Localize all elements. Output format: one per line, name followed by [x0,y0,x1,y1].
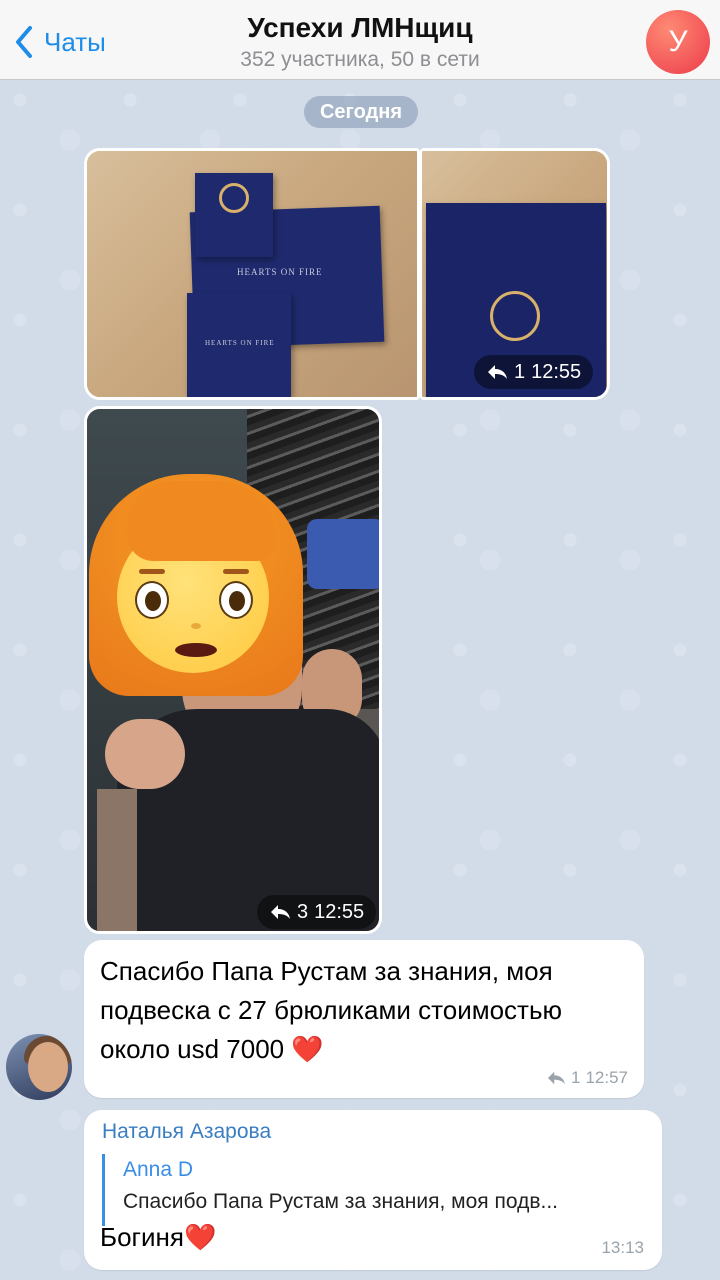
message-bubble[interactable]: Наталья Азарова Anna D Спасибо Папа Руст… [84,1110,662,1270]
reply-count: 1 [570,1068,581,1087]
navigation-header: Чаты Успехи ЛМНщиц 352 участника, 50 в с… [0,0,720,80]
emoji-eye-left [135,581,169,619]
brand-text-small: HEARTS ON FIRE [205,339,275,347]
quoted-reply[interactable]: Anna D Спасибо Папа Рустам за знания, мо… [102,1154,644,1226]
photo-time: 12:55 [314,900,365,923]
chat-subtitle: 352 участника, 50 в сети [240,48,480,71]
reply-count-badge[interactable]: 3 12:55 [257,895,377,929]
reply-count-badge[interactable]: 1 12:55 [474,355,594,389]
reply-arrow-icon [271,905,290,919]
photo-time: 12:55 [531,360,582,383]
raised-hand [105,719,185,789]
message-meta[interactable]: 1 12:57 [546,1068,628,1088]
woman-photo[interactable]: 3 12:55 [84,406,382,934]
reply-count: 3 [297,900,309,923]
quoted-text: Спасибо Папа Рустам за знания, моя подв.… [123,1190,558,1213]
message-text: Богиня❤️ [100,1222,217,1252]
emoji-brow-left [139,569,165,574]
quoted-author: Anna D [123,1158,194,1181]
emoji-eye-right [219,581,253,619]
message-time: 13:13 [601,1238,644,1257]
brand-text-large: HEARTS ON FIRE [237,267,323,277]
jewelry-box-photo[interactable]: HEARTS ON FIRE HEARTS ON FIRE [84,148,420,400]
avatar-face [28,1042,68,1092]
date-separator: Сегодня [304,96,418,128]
sender-name[interactable]: Наталья Азарова [102,1120,271,1144]
message-bubble[interactable]: Спасибо Папа Рустам за знания, моя подве… [84,940,644,1098]
message-body: Спасибо Папа Рустам за знания, моя подве… [100,956,563,1064]
message-text: Спасибо Папа Рустам за знания, моя подве… [100,952,630,1069]
pendant-medallion [490,291,540,341]
chat-title[interactable]: Успехи ЛМНщиц [0,12,720,44]
group-avatar-letter: У [668,25,688,58]
sender-avatar[interactable] [6,1034,72,1100]
reply-arrow-icon [547,1071,565,1085]
date-label: Сегодня [319,100,403,123]
emoji-mouth [175,643,217,657]
pendant-thumbnail [219,183,249,213]
chair [97,789,137,931]
blue-sleeve [307,519,379,589]
message-time: 12:57 [585,1068,628,1087]
emoji-brow-right [223,569,249,574]
heart-emoji: ❤️ [291,1034,324,1064]
reply-count: 1 [514,360,526,383]
reply-arrow-icon [488,365,507,379]
group-avatar[interactable]: У [646,10,710,74]
pendant-photo[interactable]: 1 12:55 [420,148,610,400]
emoji-nose [191,623,201,629]
